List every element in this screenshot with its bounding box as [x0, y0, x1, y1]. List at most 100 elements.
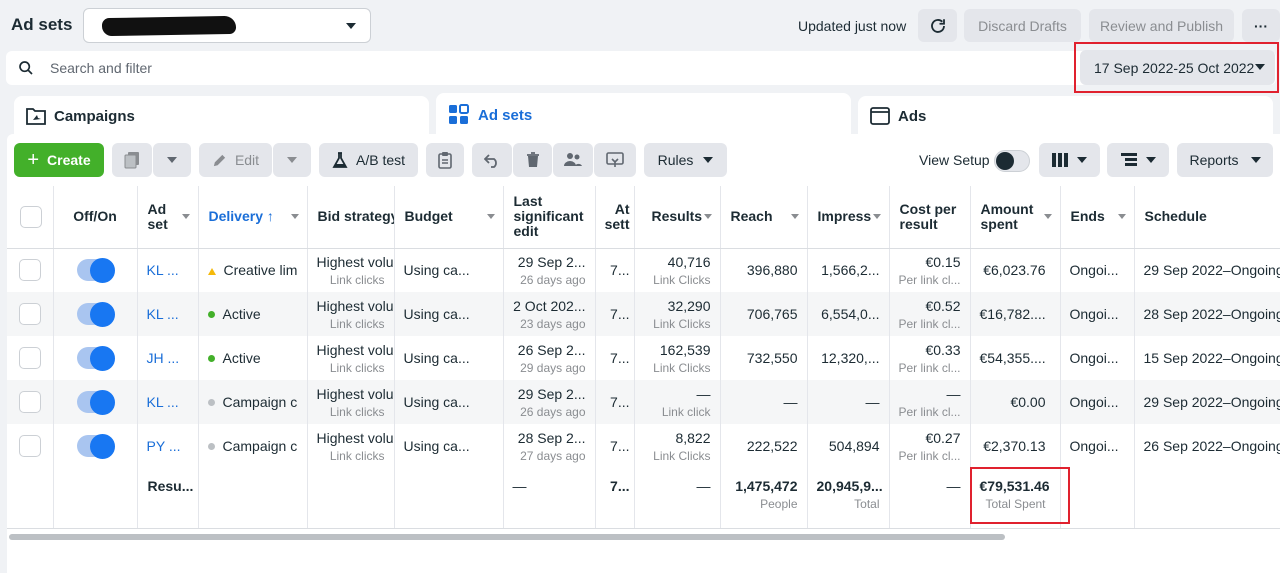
totals-attr: 7... [594, 468, 634, 529]
edit-dropdown-button[interactable] [273, 143, 311, 177]
tab-ad-sets[interactable]: Ad sets [436, 93, 851, 137]
col-amount-spent[interactable]: Amount spent [969, 186, 1060, 249]
cost-per-result: €0.15 [925, 253, 961, 270]
col-bid-strategy[interactable]: Bid strategy [306, 186, 394, 249]
reach-value: 222,522 [746, 438, 798, 454]
audience-button[interactable] [553, 143, 593, 177]
pencil-icon [213, 154, 226, 166]
results-sub: Link click [661, 404, 711, 419]
review-publish-button[interactable]: Review and Publish [1089, 9, 1234, 42]
tab-campaigns[interactable]: Campaigns [14, 96, 429, 136]
reach-value: 706,765 [746, 306, 798, 322]
table-row[interactable]: KL ... Creative lim Highest volu... Link cl… [7, 248, 1280, 292]
results-value: — [696, 385, 711, 402]
row-checkbox[interactable] [19, 391, 41, 413]
on-off-toggle[interactable] [76, 434, 115, 459]
reports-button[interactable]: Reports [1177, 143, 1273, 177]
col-adset[interactable]: Ad set [136, 186, 198, 249]
select-all-checkbox[interactable] [20, 205, 42, 228]
create-label: Create [47, 152, 91, 168]
impressions-value: 1,566,2... [821, 262, 880, 279]
delete-button[interactable] [513, 143, 552, 177]
on-off-toggle[interactable] [76, 346, 115, 371]
ad-set-name-link[interactable]: KL ... [147, 306, 179, 322]
col-last-edit[interactable]: Last significant edit [502, 186, 595, 249]
totals-results: — [633, 468, 720, 529]
col-impressions[interactable]: Impress [806, 186, 889, 249]
row-checkbox[interactable] [19, 347, 41, 369]
create-button[interactable]: + Create [14, 143, 104, 177]
last-edit-date: 29 Sep 2... [517, 385, 586, 402]
tab-label: Ads [898, 107, 927, 125]
duplicate-icon [124, 152, 139, 169]
duplicate-dropdown-button[interactable] [153, 143, 191, 177]
rules-button[interactable]: Rules [644, 143, 727, 177]
last-edit-date: 26 Sep 2... [517, 341, 586, 358]
amount-spent: €2,370.13 [983, 438, 1046, 454]
row-checkbox[interactable] [19, 303, 41, 325]
ad-set-name-link[interactable]: KL ... [147, 262, 179, 278]
delivery-status: Active [222, 350, 261, 366]
rules-label: Rules [657, 152, 694, 168]
tab-label: Campaigns [54, 107, 135, 125]
on-off-toggle[interactable] [76, 258, 115, 284]
on-off-toggle[interactable] [76, 302, 115, 327]
results-value: 40,716 [667, 253, 711, 270]
table-row[interactable]: KL ... Active Highest volu... Link clicks Us… [7, 292, 1280, 336]
chevron-down-icon [703, 157, 714, 163]
row-checkbox[interactable] [19, 259, 41, 282]
col-ends[interactable]: Ends [1059, 186, 1134, 249]
ad-set-name-link[interactable]: KL ... [147, 394, 179, 410]
tab-ads[interactable]: Ads [858, 96, 1273, 136]
preview-icon [606, 152, 624, 167]
view-setup-toggle[interactable] [994, 150, 1030, 172]
ab-test-button[interactable]: A/B test [319, 143, 418, 177]
account-selector[interactable] [83, 8, 371, 43]
row-checkbox[interactable] [19, 435, 41, 457]
on-off-toggle[interactable] [76, 390, 115, 415]
bid-strategy: Highest volu... [316, 385, 395, 402]
search-input[interactable] [50, 58, 950, 78]
results-value: 8,822 [675, 429, 711, 446]
search-icon [19, 61, 33, 75]
view-setup-label: View Setup [919, 152, 990, 168]
table-row[interactable]: KL ... Campaign c Highest volu... Link clic… [7, 380, 1280, 424]
budget-value: Using ca... [403, 262, 470, 279]
col-delivery[interactable]: Delivery ↑ [197, 186, 307, 249]
duplicate-button[interactable] [112, 143, 152, 177]
ad-set-name-link[interactable]: JH ... [147, 350, 180, 366]
table-row[interactable]: PY ... Campaign c Highest volu... Link clic… [7, 424, 1280, 468]
refresh-button[interactable] [918, 9, 957, 42]
chevron-down-icon [167, 157, 177, 163]
impressions-value: 504,894 [828, 438, 880, 454]
col-offon[interactable]: Off/On [52, 186, 137, 249]
clipboard-button[interactable] [426, 143, 464, 177]
trash-icon [526, 152, 539, 167]
more-options-button[interactable]: ··· [1242, 9, 1280, 42]
totals-impressions: 20,945,9... [816, 478, 883, 494]
totals-cost: — [888, 468, 970, 529]
col-attribution[interactable]: At sett [594, 186, 634, 249]
updated-status: Updated just now [798, 18, 907, 34]
ad-set-name-link[interactable]: PY ... [147, 438, 181, 454]
bid-strategy-sub: Link clicks [329, 448, 385, 463]
col-schedule[interactable]: Schedule [1133, 186, 1280, 249]
horizontal-scrollbar[interactable] [9, 534, 1005, 540]
attribution-value: 7... [610, 306, 630, 322]
table-row[interactable]: JH ... Active Highest volu... Link clicks Us… [7, 336, 1280, 380]
breakdown-button[interactable] [1107, 143, 1169, 177]
col-cost-per-result[interactable]: Cost per result [888, 186, 970, 249]
delivery-status: Active [222, 306, 261, 322]
clipboard-icon [438, 152, 452, 169]
preview-button[interactable] [594, 143, 636, 177]
columns-button[interactable] [1039, 143, 1100, 177]
col-results[interactable]: Results [633, 186, 720, 249]
col-reach[interactable]: Reach [719, 186, 807, 249]
last-edit-date: 28 Sep 2... [517, 429, 586, 446]
last-edit-ago: 23 days ago [520, 316, 586, 331]
edit-button[interactable]: Edit [199, 143, 272, 177]
col-budget[interactable]: Budget [393, 186, 503, 249]
ends-value: Ongoi... [1069, 306, 1119, 322]
undo-button[interactable] [472, 143, 512, 177]
discard-drafts-button[interactable]: Discard Drafts [964, 9, 1081, 42]
